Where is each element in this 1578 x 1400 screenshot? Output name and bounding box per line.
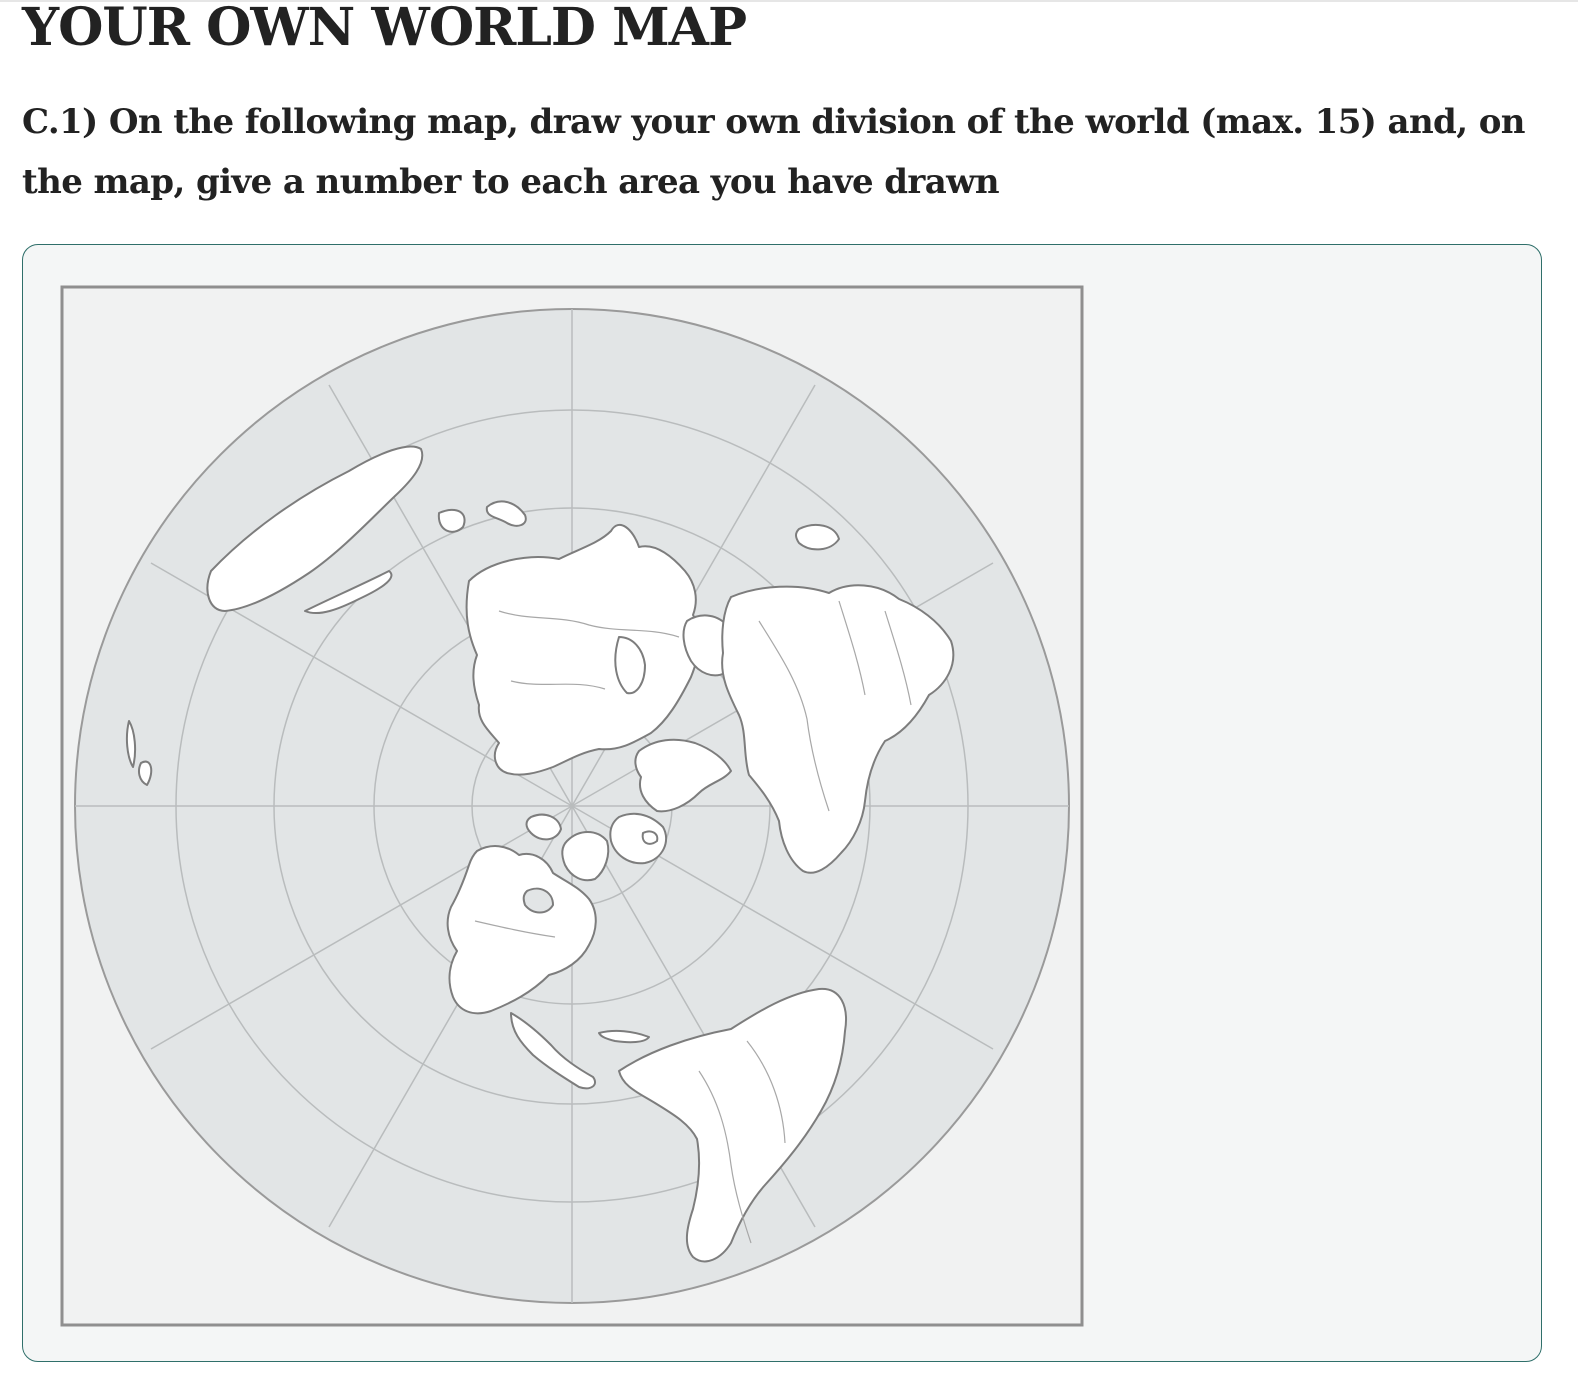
hudson-bay [522,887,554,914]
world-map-image[interactable] [59,281,1087,1333]
page-title: YOUR OWN WORLD MAP [22,0,747,58]
map-panel [22,244,1542,1362]
question-prompt: C.1) On the following map, draw your own… [22,102,1526,202]
land-iceland [641,830,659,845]
land-philippines [437,508,466,533]
land-madagascar [795,523,840,551]
